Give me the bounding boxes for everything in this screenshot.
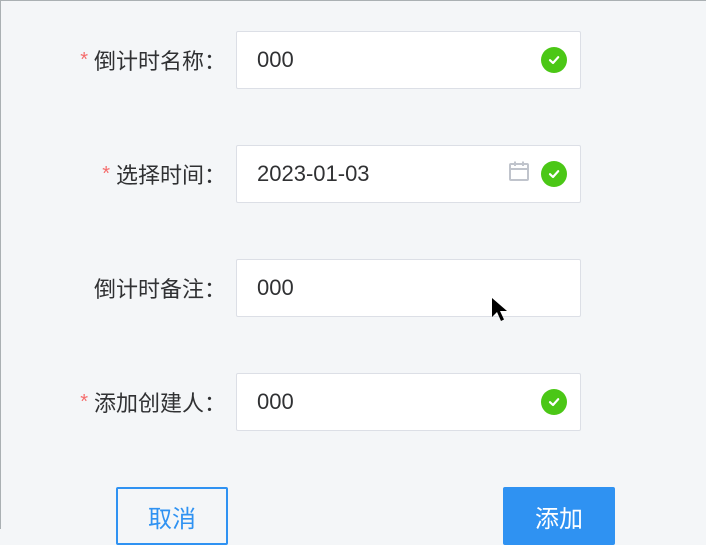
label-creator: * 添加创建人： xyxy=(31,386,236,418)
input-wrap-remark xyxy=(236,259,581,317)
valid-check-icon xyxy=(541,47,567,73)
form-row-remark: 倒计时备注： xyxy=(31,259,676,317)
cancel-button[interactable]: 取消 xyxy=(116,487,228,545)
countdown-form: * 倒计时名称： * 选择时间： xyxy=(1,1,706,545)
label-name: * 倒计时名称： xyxy=(31,44,236,76)
cancel-button-label: 取消 xyxy=(148,499,196,534)
label-remark-text: 倒计时备注： xyxy=(94,272,226,304)
required-star-icon: * xyxy=(80,392,88,412)
input-wrap-creator xyxy=(236,373,581,431)
required-star-icon: * xyxy=(102,164,110,184)
required-star-icon: * xyxy=(80,50,88,70)
valid-check-icon xyxy=(541,389,567,415)
submit-button-label: 添加 xyxy=(535,499,583,534)
input-wrap-time xyxy=(236,145,581,203)
label-name-text: 倒计时名称： xyxy=(94,44,226,76)
form-row-creator: * 添加创建人： xyxy=(31,373,676,431)
form-row-name: * 倒计时名称： xyxy=(31,31,676,89)
input-wrap-name xyxy=(236,31,581,89)
countdown-name-input[interactable] xyxy=(236,31,581,89)
countdown-remark-input[interactable] xyxy=(236,259,581,317)
label-creator-text: 添加创建人： xyxy=(94,386,226,418)
label-remark: 倒计时备注： xyxy=(31,272,236,304)
valid-check-icon xyxy=(541,161,567,187)
submit-button[interactable]: 添加 xyxy=(503,487,615,545)
add-creator-input[interactable] xyxy=(236,373,581,431)
calendar-icon[interactable] xyxy=(507,159,531,189)
form-row-time: * 选择时间： xyxy=(31,145,676,203)
form-footer: 取消 添加 xyxy=(31,487,676,545)
label-time: * 选择时间： xyxy=(31,158,236,190)
label-time-text: 选择时间： xyxy=(116,158,226,190)
